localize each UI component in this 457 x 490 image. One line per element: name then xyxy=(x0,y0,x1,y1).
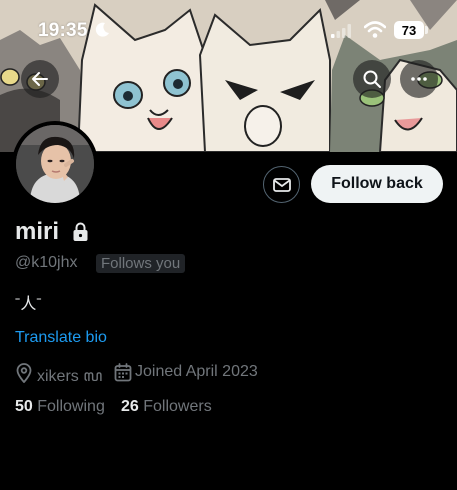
calendar-icon xyxy=(114,363,132,382)
profile-screen: 19:35 73 Follow back miri @k10jhx Follow… xyxy=(0,0,457,490)
search-button[interactable] xyxy=(353,60,391,98)
back-button[interactable] xyxy=(21,60,59,98)
location-icon xyxy=(16,363,32,383)
signal-icon xyxy=(331,24,351,38)
following-count: 50 xyxy=(15,398,33,415)
lock-icon xyxy=(73,222,88,241)
followers-count: 26 xyxy=(121,398,139,415)
following-label: Following xyxy=(37,398,105,415)
battery-icon: 73 xyxy=(394,21,424,39)
joined-date: Joined April 2023 xyxy=(135,363,258,380)
status-bar: 19:35 73 xyxy=(0,0,457,44)
followers-label: Followers xyxy=(143,398,212,415)
search-icon xyxy=(363,70,381,88)
battery-level: 73 xyxy=(401,22,417,38)
status-time: 19:35 xyxy=(38,20,88,41)
battery-tip xyxy=(425,26,428,34)
avatar-photo xyxy=(16,125,94,203)
following-link[interactable]: 50 Following xyxy=(15,398,105,416)
envelope-icon xyxy=(272,177,291,192)
translate-bio-link[interactable]: Translate bio xyxy=(15,329,107,347)
followers-link[interactable]: 26 Followers xyxy=(121,398,212,416)
follows-you-badge: Follows you xyxy=(96,254,186,273)
follow-back-button[interactable]: Follow back xyxy=(311,165,443,203)
display-name: miri xyxy=(15,218,60,245)
message-button[interactable] xyxy=(263,166,300,203)
wifi-icon xyxy=(364,21,386,38)
bio: ˉ人ˉ xyxy=(15,296,42,313)
back-arrow-icon xyxy=(32,72,48,86)
moon-icon xyxy=(95,22,109,37)
handle: @k10jhx xyxy=(15,254,78,271)
more-icon xyxy=(411,77,427,81)
location-text: xikers ꦭ xyxy=(37,368,103,385)
avatar[interactable] xyxy=(12,121,98,207)
more-button[interactable] xyxy=(400,60,438,98)
